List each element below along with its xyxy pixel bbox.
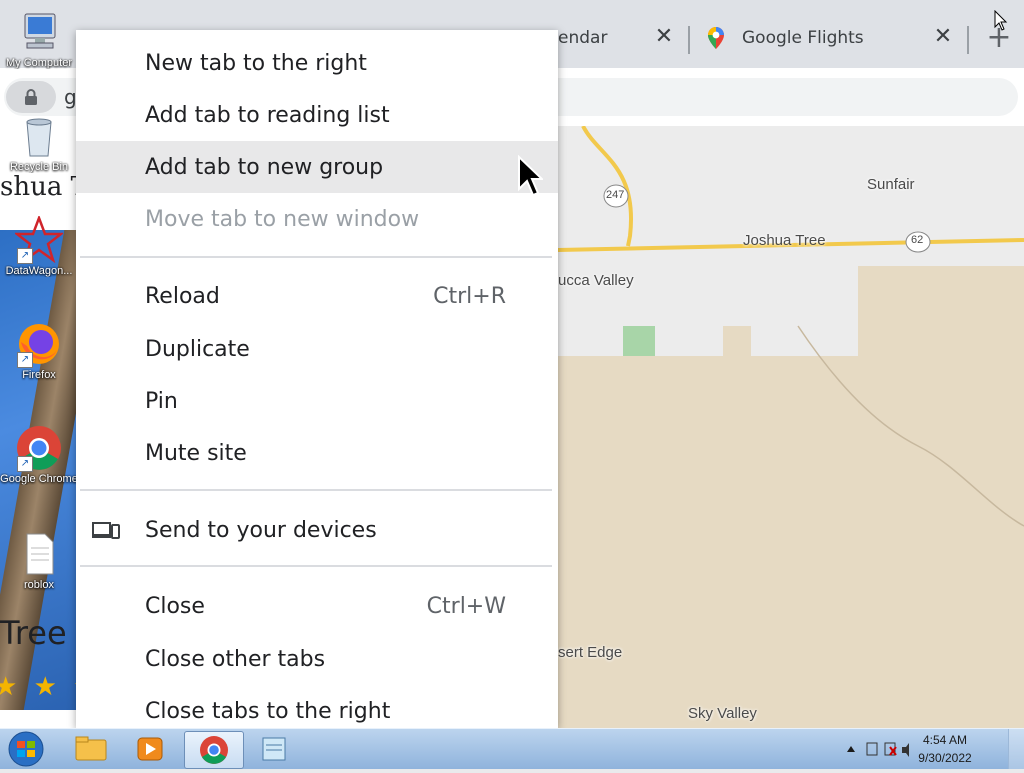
menu-item-label: New tab to the right [145,51,367,76]
menu-item-close[interactable]: Close Ctrl+W [76,580,558,632]
firefox-icon: ↗ [15,320,63,368]
folder-icon [75,736,107,761]
rating-stars: ★ ★ ★ [0,672,76,702]
clock-date[interactable]: 9/30/2022 [900,751,990,765]
menu-item-label: Reload [145,284,220,309]
tab-title: endar [558,28,608,48]
taskbar: 4:54 AM 9/30/2022 [0,728,1024,769]
desktop-icon-label: roblox [24,579,54,591]
desktop-icon-datawagon[interactable]: ↗ DataWagon... [0,214,78,277]
map-label-sunfair: Sunfair [867,176,915,193]
recycle-bin-icon [15,112,63,160]
menu-item-label: Send to your devices [145,518,377,543]
menu-item-label: Move tab to new window [145,207,420,232]
menu-item-label: Close [145,594,205,619]
menu-item-add-new-group[interactable]: Add tab to new group [76,141,558,193]
menu-item-close-tabs-right[interactable]: Close tabs to the right [76,685,558,728]
menu-item-label: Close tabs to the right [145,699,391,724]
devices-icon [92,522,120,539]
desktop-icon-label: My Computer [5,57,73,69]
address-text[interactable]: g [64,85,77,109]
chrome-icon: ↗ [15,424,63,472]
shortcut-arrow-icon: ↗ [17,248,33,264]
menu-item-label: Add tab to reading list [145,103,390,128]
menu-item-label: Pin [145,389,178,414]
desktop-icon-firefox[interactable]: ↗ Firefox [0,320,78,381]
menu-item-label: Add tab to new group [145,155,384,180]
desktop-icon-google-chrome[interactable]: ↗ Google Chrome [0,424,78,485]
taskbar-media-player-button[interactable] [122,731,180,767]
computer-icon [15,8,63,56]
desktop-icon-label: Google Chrome [0,473,78,485]
map-label-sky-valley: Sky Valley [688,705,757,722]
menu-shortcut: Ctrl+W [426,594,506,619]
route-shield-62: 62 [911,234,924,246]
menu-item-label: Close other tabs [145,647,326,672]
map-label-yucca-valley: ucca Valley [558,272,634,289]
clock-time[interactable]: 4:54 AM [900,733,990,747]
desktop-icon-my-computer[interactable]: My Computer [0,8,78,69]
shortcut-arrow-icon: ↗ [17,456,33,472]
map-label-desert-edge: sert Edge [558,644,623,661]
taskbar-explorer-button[interactable] [62,731,120,767]
menu-item-label: Mute site [145,441,247,466]
tab-close-icon[interactable]: ✕ [651,24,677,50]
desktop-icon-label: Recycle Bin [9,161,69,173]
menu-item-new-tab-right[interactable]: New tab to the right [76,37,558,89]
chrome-icon [200,736,228,764]
taskbar-notepad-button[interactable] [246,731,304,767]
desktop-icon-roblox[interactable]: roblox [0,530,78,591]
tab-close-icon[interactable]: ✕ [930,24,956,50]
menu-item-duplicate[interactable]: Duplicate [76,323,558,375]
start-button[interactable] [6,731,46,767]
menu-item-pin[interactable]: Pin [76,375,558,427]
text-file-icon [15,530,63,578]
desktop-icon-label: DataWagon... [5,265,73,277]
map-terrain [558,126,1024,728]
menu-separator [80,565,552,567]
map-view[interactable]: 247 62 Sunfair Joshua Tree ucca Valley s… [558,126,1024,728]
desktop-icon-recycle-bin[interactable]: Recycle Bin [0,112,78,173]
show-desktop-button[interactable] [1008,729,1024,769]
tab-separator [967,26,969,54]
tab-context-menu: New tab to the right Add tab to reading … [76,30,558,728]
google-flights-icon [708,27,724,49]
menu-shortcut: Ctrl+R [433,284,506,309]
desktop-icon-label: Firefox [22,369,56,381]
menu-separator [80,489,552,491]
taskbar-chrome-button[interactable] [184,731,244,769]
route-shield-247: 247 [606,189,625,201]
menu-item-label: Duplicate [145,337,250,362]
menu-item-reload[interactable]: Reload Ctrl+R [76,270,558,322]
page-title: shua T [0,172,76,202]
datawagon-icon: ↗ [13,214,65,264]
page-heading: Tree [0,614,67,652]
mouse-cursor-icon [518,155,543,197]
menu-item-move-new-window: Move tab to new window [76,193,558,245]
tab-separator [688,26,690,54]
media-player-icon [137,737,163,761]
menu-item-send-to-devices[interactable]: Send to your devices [76,504,558,556]
mouse-cursor-icon [994,10,1008,31]
menu-separator [80,256,552,258]
menu-item-close-other-tabs[interactable]: Close other tabs [76,633,558,685]
menu-item-mute-site[interactable]: Mute site [76,427,558,479]
show-hidden-icons-icon [847,746,855,752]
menu-item-add-reading-list[interactable]: Add tab to reading list [76,89,558,141]
windows-logo-icon [8,731,44,767]
tab-google-flights[interactable]: Google Flights ✕ [695,14,965,66]
map-label-joshua-tree: Joshua Tree [743,232,826,249]
shortcut-arrow-icon: ↗ [17,352,33,368]
tab-title: Google Flights [742,28,864,48]
lock-icon[interactable] [6,81,56,113]
notepad-icon [262,737,286,761]
